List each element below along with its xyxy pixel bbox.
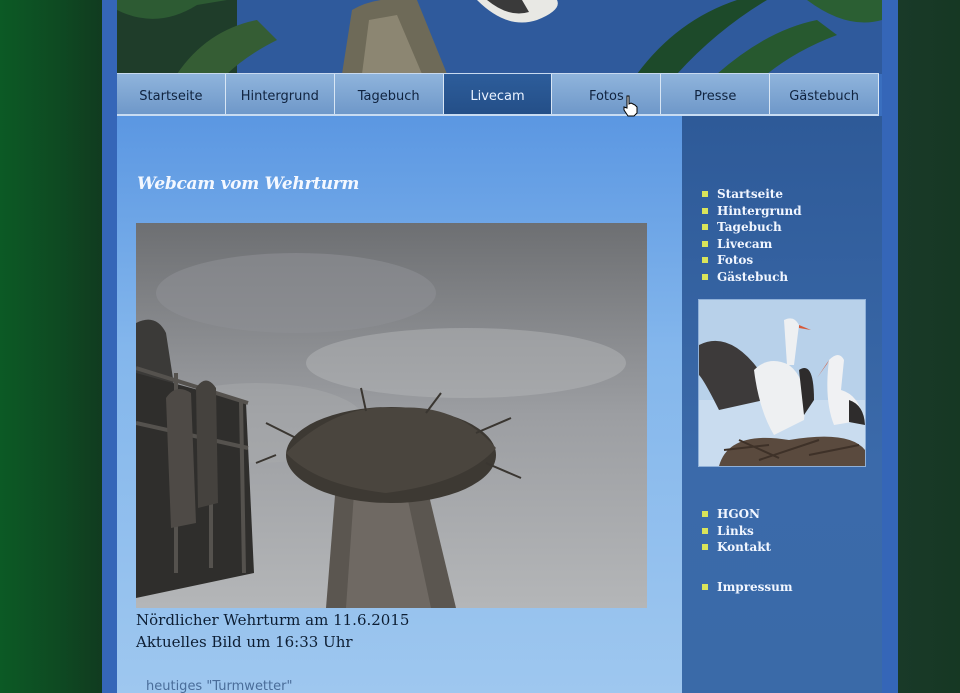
website: Startseite Hintergrund Tagebuch Livecam … (117, 0, 882, 693)
bullet-icon (702, 511, 708, 518)
webcam-caption-time: Aktuelles Bild um 16:33 Uhr (136, 633, 353, 651)
sidebar-link-hgon[interactable]: HGON (702, 506, 771, 523)
nav-tab-startseite[interactable]: Startseite (117, 74, 226, 114)
bullet-icon (702, 527, 708, 534)
bullet-icon (702, 191, 708, 198)
sidebar-link-tagebuch[interactable]: Tagebuch (702, 219, 802, 236)
page-title: Webcam vom Wehrturm (137, 174, 360, 194)
monitor-bezel-left (0, 0, 105, 693)
sidebar-imprint-list: Impressum (702, 579, 793, 596)
nav-tab-livecam[interactable]: Livecam (443, 74, 553, 114)
weather-heading: heutiges "Turmwetter" (146, 679, 293, 693)
sidebar-link-fotos[interactable]: Fotos (702, 252, 802, 269)
main-content: Webcam vom Wehrturm Nördlicher Wehrturm … (117, 116, 682, 693)
sidebar-link-kontakt[interactable]: Kontakt (702, 539, 771, 556)
nav-tab-presse[interactable]: Presse (661, 74, 771, 114)
bullet-icon (702, 207, 708, 214)
sidebar-nav-list: Startseite Hintergrund Tagebuch Livecam … (702, 186, 802, 285)
sidebar-link-hintergrund[interactable]: Hintergrund (702, 203, 802, 220)
webcam-image (136, 223, 647, 608)
bullet-icon (702, 273, 708, 280)
sidebar-link-livecam[interactable]: Livecam (702, 236, 802, 253)
bullet-icon (702, 584, 708, 591)
bullet-icon (702, 257, 708, 264)
header-banner-image (117, 0, 882, 74)
sidebar-link-impressum[interactable]: Impressum (702, 579, 793, 596)
sidebar: Startseite Hintergrund Tagebuch Livecam … (682, 116, 882, 693)
nav-tab-tagebuch[interactable]: Tagebuch (335, 74, 444, 114)
sidebar-link-startseite[interactable]: Startseite (702, 186, 802, 203)
webcam-caption-location: Nördlicher Wehrturm am 11.6.2015 (136, 611, 410, 629)
sidebar-extra-list: HGON Links Kontakt (702, 506, 771, 556)
hand-cursor-icon (623, 95, 638, 117)
nav-tab-fotos[interactable]: Fotos (552, 74, 662, 114)
bullet-icon (702, 544, 708, 551)
sidebar-link-links[interactable]: Links (702, 523, 771, 540)
nav-tab-hintergrund[interactable]: Hintergrund (226, 74, 335, 114)
stork-photo (698, 299, 866, 467)
bullet-icon (702, 224, 708, 231)
nav-tab-gaestebuch[interactable]: Gästebuch (770, 74, 880, 114)
bullet-icon (702, 240, 708, 247)
top-navigation: Startseite Hintergrund Tagebuch Livecam … (117, 73, 880, 116)
sidebar-link-gaestebuch[interactable]: Gästebuch (702, 269, 802, 286)
